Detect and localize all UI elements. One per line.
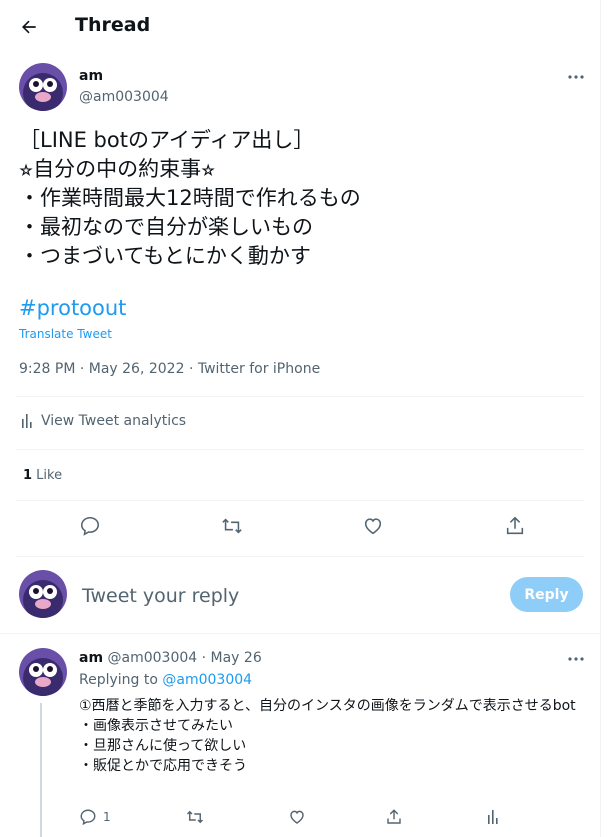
share-icon[interactable] bbox=[385, 806, 403, 828]
analytics-icon[interactable] bbox=[487, 806, 501, 828]
view-analytics-link[interactable]: View Tweet analytics bbox=[21, 413, 186, 429]
translate-tweet-link[interactable]: Translate Tweet bbox=[19, 327, 112, 341]
reply-header: am @am003004 · May 26 bbox=[79, 650, 262, 666]
reply-count: 1 bbox=[103, 810, 111, 824]
avatar[interactable] bbox=[19, 570, 67, 618]
divider bbox=[0, 633, 600, 634]
reply-icon bbox=[79, 808, 97, 826]
avatar[interactable] bbox=[19, 648, 67, 696]
analytics-icon bbox=[21, 413, 35, 429]
divider bbox=[16, 556, 584, 557]
like-icon[interactable] bbox=[361, 514, 385, 538]
replying-to-link[interactable]: @am003004 bbox=[162, 672, 252, 688]
likes-count[interactable]: 1 Like bbox=[23, 468, 62, 483]
avatar[interactable] bbox=[19, 63, 67, 111]
reply-icon[interactable] bbox=[78, 514, 102, 538]
header: Thread bbox=[0, 0, 600, 53]
tweet-text: ［LINE botのアイディア出し］ ⭐︎自分の中の約束事⭐︎ ・作業時間最大1… bbox=[19, 128, 361, 268]
author-name[interactable]: am bbox=[79, 68, 103, 84]
thread-panel: Thread am @am003004 ［LINE botのアイディア出し］ ⭐… bbox=[0, 0, 601, 837]
divider bbox=[16, 500, 584, 501]
reply-text: ①西暦と季節を入力すると、自分のインスタの画像をランダムで表示させるbot ・画… bbox=[79, 698, 576, 774]
tweet-timestamp[interactable]: 9:28 PM · May 26, 2022 · Twitter for iPh… bbox=[19, 361, 320, 377]
reply-date[interactable]: · May 26 bbox=[197, 650, 262, 666]
page-title: Thread bbox=[75, 14, 151, 36]
retweet-icon[interactable] bbox=[220, 514, 244, 538]
reply-button[interactable]: Reply bbox=[510, 577, 583, 612]
reply-input[interactable]: Tweet your reply bbox=[82, 585, 239, 607]
author-handle[interactable]: @am003004 bbox=[79, 89, 169, 105]
divider bbox=[16, 449, 584, 450]
hashtag-link[interactable]: #protoout bbox=[19, 296, 126, 320]
tweet-actions bbox=[0, 510, 600, 542]
divider bbox=[16, 396, 584, 397]
reply-author-name[interactable]: am bbox=[79, 650, 103, 666]
replying-to: Replying to @am003004 bbox=[79, 672, 253, 688]
retweet-icon[interactable] bbox=[185, 806, 205, 828]
like-icon[interactable] bbox=[288, 806, 306, 828]
back-arrow-icon[interactable] bbox=[16, 14, 42, 40]
reply-author-handle[interactable]: @am003004 bbox=[108, 650, 198, 666]
share-icon[interactable] bbox=[503, 514, 527, 538]
more-options-icon[interactable] bbox=[565, 650, 587, 668]
reply-reply-button[interactable]: 1 bbox=[79, 806, 111, 828]
analytics-label: View Tweet analytics bbox=[41, 413, 187, 429]
more-options-icon[interactable] bbox=[565, 68, 587, 86]
reply-actions: 1 bbox=[0, 806, 600, 828]
